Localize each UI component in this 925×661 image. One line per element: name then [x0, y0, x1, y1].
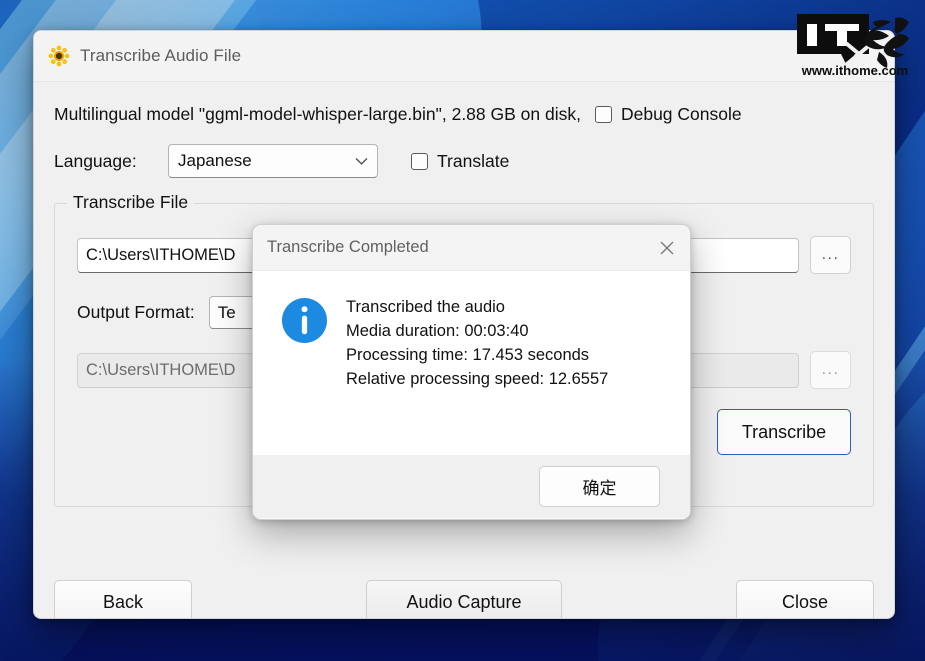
- debug-console-label: Debug Console: [621, 104, 742, 125]
- debug-console-checkbox[interactable]: Debug Console: [595, 104, 742, 125]
- window-titlebar: Transcribe Audio File: [34, 31, 894, 82]
- model-info-text: Multilingual model "ggml-model-whisper-l…: [54, 104, 581, 125]
- dialog-content: Transcribed the audio Media duration: 00…: [253, 271, 690, 455]
- language-select[interactable]: Japanese: [168, 144, 378, 178]
- chevron-down-icon: [355, 157, 368, 165]
- sunflower-icon: [48, 45, 70, 67]
- dialog-close-button[interactable]: [644, 225, 690, 270]
- dialog-footer: 确定: [253, 455, 690, 518]
- language-value: Japanese: [178, 151, 252, 171]
- window-footer: Back Audio Capture Close: [54, 580, 874, 619]
- close-icon: [659, 240, 675, 256]
- dialog-ok-button[interactable]: 确定: [539, 466, 660, 507]
- browse-output-button[interactable]: ...: [810, 351, 851, 389]
- info-icon: [281, 297, 328, 344]
- output-format-value: Te: [218, 303, 236, 323]
- dialog-message-line: Relative processing speed: 12.6557: [346, 367, 608, 391]
- output-format-label: Output Format:: [77, 302, 195, 323]
- debug-console-checkbox-box[interactable]: [595, 106, 612, 123]
- translate-label: Translate: [437, 151, 509, 172]
- browse-input-button[interactable]: ...: [810, 236, 851, 274]
- translate-checkbox[interactable]: Translate: [411, 151, 509, 172]
- dialog-message-line: Transcribed the audio: [346, 295, 608, 319]
- dialog-message-line: Media duration: 00:03:40: [346, 319, 608, 343]
- dialog-message: Transcribed the audio Media duration: 00…: [346, 295, 608, 455]
- language-label: Language:: [54, 151, 168, 172]
- translate-checkbox-box[interactable]: [411, 153, 428, 170]
- back-button[interactable]: Back: [54, 580, 192, 619]
- transcribe-file-legend: Transcribe File: [67, 192, 194, 213]
- window-title: Transcribe Audio File: [80, 46, 241, 66]
- close-button[interactable]: Close: [736, 580, 874, 619]
- dialog-title: Transcribe Completed: [267, 238, 429, 257]
- transcribe-button[interactable]: Transcribe: [717, 409, 851, 455]
- dialog-titlebar: Transcribe Completed: [253, 225, 690, 271]
- transcribe-completed-dialog: Transcribe Completed Transcribed the aud…: [252, 224, 691, 520]
- audio-capture-button[interactable]: Audio Capture: [366, 580, 562, 619]
- model-info-row: Multilingual model "ggml-model-whisper-l…: [54, 104, 874, 125]
- dialog-message-line: Processing time: 17.453 seconds: [346, 343, 608, 367]
- language-row: Language: Japanese Translate: [54, 144, 874, 178]
